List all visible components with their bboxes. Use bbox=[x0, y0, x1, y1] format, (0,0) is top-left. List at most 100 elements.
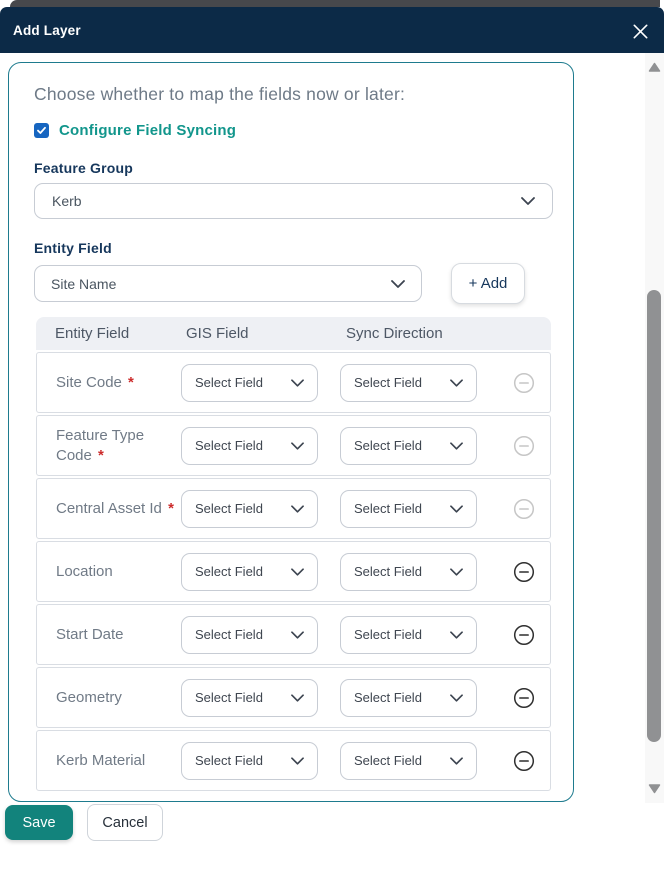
entity-field-select[interactable]: Site Name bbox=[34, 265, 422, 302]
cancel-button[interactable]: Cancel bbox=[87, 804, 163, 841]
feature-group-label: Feature Group bbox=[34, 160, 552, 176]
checkbox-checked-icon[interactable] bbox=[34, 123, 49, 138]
header-sync-direction: Sync Direction bbox=[346, 325, 443, 342]
sync-direction-select[interactable]: Select Field bbox=[340, 616, 477, 654]
minus-circle-icon bbox=[513, 687, 535, 709]
gis-field-select[interactable]: Select Field bbox=[181, 679, 318, 717]
configure-field-syncing-checkbox-row[interactable]: Configure Field Syncing bbox=[34, 122, 552, 139]
header-gis-field: GIS Field bbox=[186, 325, 346, 342]
sync-direction-select[interactable]: Select Field bbox=[340, 490, 477, 528]
gis-field-select[interactable]: Select Field bbox=[181, 553, 318, 591]
sync-direction-select[interactable]: Select Field bbox=[340, 427, 477, 465]
chevron-down-icon bbox=[521, 197, 535, 205]
table-row: Location Select Field Select Field bbox=[36, 541, 551, 602]
select-field-value: Select Field bbox=[354, 627, 422, 642]
table-row: Geometry Select Field Select Field bbox=[36, 667, 551, 728]
table-header-row: Entity Field GIS Field Sync Direction bbox=[36, 317, 551, 350]
minus-circle-icon bbox=[513, 372, 535, 394]
close-icon bbox=[631, 22, 650, 41]
chevron-down-icon bbox=[291, 505, 304, 513]
chevron-down-icon bbox=[291, 631, 304, 639]
row-label: Kerb Material bbox=[37, 751, 181, 771]
entity-field-value: Site Name bbox=[51, 276, 116, 292]
sync-direction-select[interactable]: Select Field bbox=[340, 742, 477, 780]
chevron-down-icon bbox=[450, 442, 463, 450]
chevron-down-icon bbox=[450, 505, 463, 513]
minus-circle-icon bbox=[513, 624, 535, 646]
remove-row-button[interactable] bbox=[513, 435, 535, 457]
remove-row-button[interactable] bbox=[513, 372, 535, 394]
modal-header: Add Layer bbox=[0, 7, 664, 53]
minus-circle-icon bbox=[513, 750, 535, 772]
scrollbar-thumb[interactable] bbox=[647, 290, 661, 742]
field-mapping-panel: Choose whether to map the fields now or … bbox=[8, 62, 574, 802]
field-table-body: Site Code * Select Field Select Field Fe… bbox=[36, 352, 551, 791]
feature-group-value: Kerb bbox=[52, 193, 82, 209]
table-row: Central Asset Id * Select Field Select F… bbox=[36, 478, 551, 539]
remove-row-button[interactable] bbox=[513, 498, 535, 520]
minus-circle-icon bbox=[513, 435, 535, 457]
chevron-down-icon bbox=[450, 757, 463, 765]
gis-field-select[interactable]: Select Field bbox=[181, 616, 318, 654]
table-row: Start Date Select Field Select Field bbox=[36, 604, 551, 665]
remove-row-button[interactable] bbox=[513, 561, 535, 583]
chevron-down-icon bbox=[291, 379, 304, 387]
configure-field-syncing-label: Configure Field Syncing bbox=[59, 122, 236, 139]
select-field-value: Select Field bbox=[195, 375, 263, 390]
chevron-down-icon bbox=[391, 280, 405, 288]
vertical-scrollbar[interactable] bbox=[645, 53, 664, 803]
remove-row-button[interactable] bbox=[513, 624, 535, 646]
select-field-value: Select Field bbox=[354, 564, 422, 579]
table-row: Feature Type Code * Select Field Select … bbox=[36, 415, 551, 476]
entity-field-label: Entity Field bbox=[34, 240, 552, 256]
row-label: Site Code * bbox=[37, 373, 181, 393]
row-label: Feature Type Code * bbox=[37, 426, 181, 466]
chevron-down-icon bbox=[450, 694, 463, 702]
save-button[interactable]: Save bbox=[5, 805, 73, 840]
chevron-down-icon bbox=[450, 568, 463, 576]
select-field-value: Select Field bbox=[195, 564, 263, 579]
table-row: Site Code * Select Field Select Field bbox=[36, 352, 551, 413]
modal-title: Add Layer bbox=[13, 23, 81, 38]
row-label: Location bbox=[37, 562, 181, 582]
scroll-down-icon[interactable] bbox=[648, 784, 661, 794]
row-label: Central Asset Id * bbox=[37, 499, 181, 519]
select-field-value: Select Field bbox=[195, 627, 263, 642]
sync-direction-select[interactable]: Select Field bbox=[340, 679, 477, 717]
gis-field-select[interactable]: Select Field bbox=[181, 742, 318, 780]
table-row: Kerb Material Select Field Select Field bbox=[36, 730, 551, 791]
minus-circle-icon bbox=[513, 561, 535, 583]
chevron-down-icon bbox=[291, 442, 304, 450]
row-label: Start Date bbox=[37, 625, 181, 645]
header-entity-field: Entity Field bbox=[36, 325, 186, 342]
sync-direction-select[interactable]: Select Field bbox=[340, 364, 477, 402]
gis-field-select[interactable]: Select Field bbox=[181, 364, 318, 402]
gis-field-select[interactable]: Select Field bbox=[181, 490, 318, 528]
remove-row-button[interactable] bbox=[513, 750, 535, 772]
scroll-up-icon[interactable] bbox=[648, 62, 661, 72]
gis-field-select[interactable]: Select Field bbox=[181, 427, 318, 465]
add-field-button[interactable]: + Add bbox=[451, 263, 525, 304]
close-button[interactable] bbox=[628, 19, 652, 43]
chevron-down-icon bbox=[291, 568, 304, 576]
select-field-value: Select Field bbox=[354, 501, 422, 516]
select-field-value: Select Field bbox=[354, 375, 422, 390]
feature-group-select[interactable]: Kerb bbox=[34, 183, 553, 219]
minus-circle-icon bbox=[513, 498, 535, 520]
row-label: Geometry bbox=[37, 688, 181, 708]
window-top-strip bbox=[10, 0, 660, 7]
select-field-value: Select Field bbox=[195, 753, 263, 768]
entity-field-row: Site Name + Add bbox=[34, 263, 552, 304]
remove-row-button[interactable] bbox=[513, 687, 535, 709]
sync-direction-select[interactable]: Select Field bbox=[340, 553, 477, 591]
select-field-value: Select Field bbox=[195, 501, 263, 516]
select-field-value: Select Field bbox=[195, 438, 263, 453]
chevron-down-icon bbox=[291, 757, 304, 765]
chevron-down-icon bbox=[450, 379, 463, 387]
select-field-value: Select Field bbox=[354, 690, 422, 705]
field-mapping-table: Entity Field GIS Field Sync Direction Si… bbox=[36, 317, 551, 791]
select-field-value: Select Field bbox=[354, 753, 422, 768]
chevron-down-icon bbox=[291, 694, 304, 702]
intro-text: Choose whether to map the fields now or … bbox=[34, 84, 552, 105]
select-field-value: Select Field bbox=[195, 690, 263, 705]
